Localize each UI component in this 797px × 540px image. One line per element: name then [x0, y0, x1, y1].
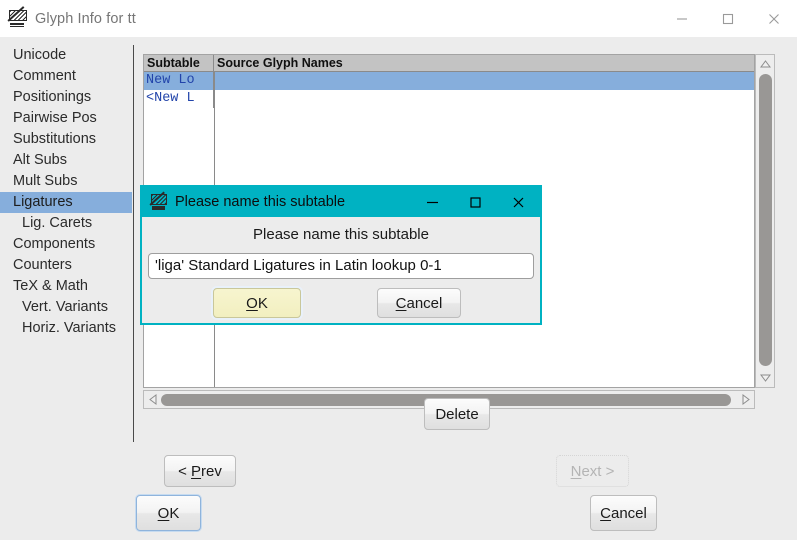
sidebar-item-alt-subs[interactable]: Alt Subs	[0, 150, 132, 171]
sidebar-item-components[interactable]: Components	[0, 234, 132, 255]
dialog-ok-button[interactable]: OK	[213, 288, 301, 318]
close-icon[interactable]	[497, 187, 540, 217]
dialog-prompt: Please name this subtable	[253, 226, 429, 243]
cell-subtable: New Lo	[144, 72, 214, 90]
window-title: Glyph Info for tt	[35, 10, 136, 27]
scroll-up-arrow-icon[interactable]	[756, 56, 774, 72]
ok-mnemonic: O	[157, 504, 170, 522]
table-row[interactable]: <New L	[144, 90, 754, 108]
dialog-cancel-mnemonic: C	[395, 294, 407, 312]
dialog-title: Please name this subtable	[175, 194, 346, 210]
cell-subtable: <New L	[144, 90, 214, 108]
ok-button[interactable]: OK	[136, 495, 201, 531]
sidebar-item-counters[interactable]: Counters	[0, 255, 132, 276]
column-header-subtable[interactable]: Subtable	[144, 55, 214, 71]
next-mnemonic: N	[570, 462, 582, 480]
scroll-left-arrow-icon[interactable]	[145, 391, 160, 408]
sidebar-item-substitutions[interactable]: Substitutions	[0, 129, 132, 150]
sidebar-item-vert-variants[interactable]: Vert. Variants	[0, 297, 132, 318]
sidebar-item-tex-and-math[interactable]: TeX & Math	[0, 276, 132, 297]
minimize-icon[interactable]	[411, 187, 454, 217]
sidebar-item-horiz-variants[interactable]: Horiz. Variants	[0, 318, 132, 339]
minimize-icon[interactable]	[659, 0, 705, 37]
dialog-titlebar: Please name this subtable	[142, 187, 540, 217]
window-caption-buttons	[659, 0, 797, 37]
dialog-ok-label: OK	[246, 294, 268, 312]
sidebar-divider	[133, 45, 134, 442]
sidebar: Unicode Comment Positionings Pairwise Po…	[0, 45, 132, 339]
cell-source-glyph-names	[214, 90, 754, 108]
vertical-scrollbar-thumb[interactable]	[759, 74, 772, 366]
sidebar-item-positionings[interactable]: Positionings	[0, 87, 132, 108]
prev-button-label: < Prev	[178, 462, 222, 480]
name-subtable-dialog: Please name this subtable Please name th…	[140, 185, 542, 325]
maximize-icon[interactable]	[705, 0, 751, 37]
list-body: New Lo <New L	[144, 72, 754, 108]
next-button[interactable]: Next >	[556, 455, 629, 487]
dialog-caption-buttons	[411, 187, 540, 217]
scroll-down-arrow-icon[interactable]	[756, 370, 774, 386]
delete-button[interactable]: Delete	[424, 398, 490, 430]
sidebar-item-mult-subs[interactable]: Mult Subs	[0, 171, 132, 192]
cancel-button-label: Cancel	[600, 504, 647, 522]
glyph-app-icon	[149, 191, 167, 210]
sidebar-item-unicode[interactable]: Unicode	[0, 45, 132, 66]
sidebar-item-pairwise-pos[interactable]: Pairwise Pos	[0, 108, 132, 129]
table-row[interactable]: New Lo	[144, 72, 754, 90]
dialog-cancel-button[interactable]: Cancel	[377, 288, 461, 318]
glyph-info-window: Glyph Info for tt Unicode Comment Positi…	[0, 0, 797, 540]
column-header-source-glyph-names[interactable]: Source Glyph Names	[214, 55, 754, 71]
sidebar-item-ligatures[interactable]: Ligatures	[0, 192, 132, 213]
window-content: Unicode Comment Positionings Pairwise Po…	[0, 37, 797, 540]
window-titlebar: Glyph Info for tt	[0, 0, 797, 37]
list-header: Subtable Source Glyph Names	[144, 55, 754, 72]
scroll-right-arrow-icon[interactable]	[738, 391, 753, 408]
prev-mnemonic: P	[191, 462, 202, 480]
sidebar-item-lig-carets[interactable]: Lig. Carets	[0, 213, 132, 234]
close-icon[interactable]	[751, 0, 797, 37]
maximize-icon[interactable]	[454, 187, 497, 217]
glyph-app-icon	[7, 6, 27, 28]
ok-button-label: OK	[157, 504, 180, 522]
subtable-name-input[interactable]: 'liga' Standard Ligatures in Latin looku…	[148, 253, 534, 279]
cancel-button[interactable]: Cancel	[590, 495, 657, 531]
prev-button[interactable]: < Prev	[164, 455, 236, 487]
dialog-ok-mnemonic: O	[246, 294, 258, 312]
next-button-label: Next >	[570, 462, 615, 480]
sidebar-item-comment[interactable]: Comment	[0, 66, 132, 87]
cell-source-glyph-names	[214, 72, 754, 90]
dialog-cancel-label: Cancel	[395, 294, 443, 312]
vertical-scrollbar[interactable]	[755, 54, 775, 388]
cancel-mnemonic: C	[600, 504, 611, 522]
